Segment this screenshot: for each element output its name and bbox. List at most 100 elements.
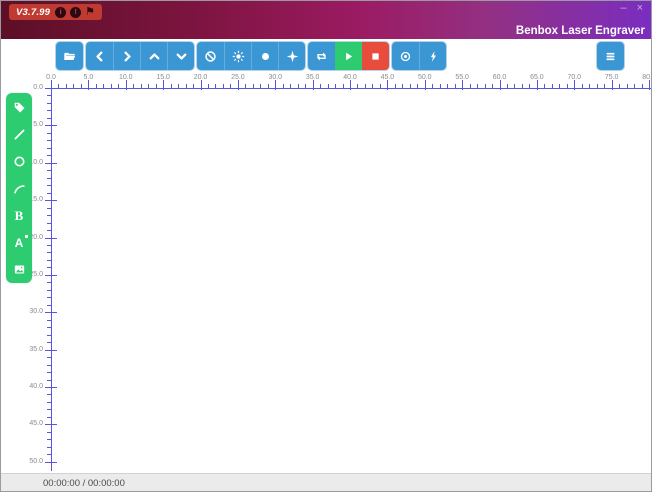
- h-ruler-minor-tick: [379, 84, 381, 88]
- h-ruler-label: 35.0: [305, 74, 320, 81]
- v-ruler-minor-tick: [47, 394, 51, 396]
- jog-left-button[interactable]: [86, 42, 113, 70]
- menu-group: [597, 42, 624, 70]
- laser-low-button[interactable]: [224, 42, 251, 70]
- v-ruler-label: 45.0: [29, 420, 43, 428]
- h-ruler-minor-tick: [626, 84, 628, 88]
- titlebar-icon-strip: i! ⚑: [55, 6, 95, 18]
- h-ruler-minor-tick: [58, 84, 60, 88]
- v-ruler-minor-tick: [47, 454, 51, 456]
- jog-right-button[interactable]: [113, 42, 140, 70]
- arc-icon: [13, 182, 26, 195]
- text-tool-button[interactable]: A: [9, 233, 29, 252]
- jog-down-button[interactable]: [167, 42, 194, 70]
- chevron-up-icon: [148, 50, 161, 63]
- h-ruler-minor-tick: [95, 84, 97, 88]
- v-ruler-minor-tick: [47, 147, 51, 149]
- app-window: V3.7.99 i! ⚑ – × Benbox Laser Engraver 0.…: [0, 0, 652, 492]
- canvas-workspace[interactable]: 0.0 5.0 10.0 15.0 20.0 25.0 30.0 35.0 40.0 45.0 50…: [1, 73, 651, 473]
- h-ruler-label: 40.0: [343, 74, 357, 81]
- bold-text-icon: B: [14, 208, 24, 223]
- close-button[interactable]: ×: [637, 1, 643, 15]
- superscript-mark: [25, 234, 29, 238]
- jog-up-button[interactable]: [140, 42, 167, 70]
- v-ruler-label: 0.0: [33, 84, 43, 91]
- h-ruler-label: 75.0: [604, 74, 619, 81]
- h-ruler-label: 0.0: [46, 74, 56, 81]
- h-ruler-minor-tick: [267, 84, 269, 88]
- h-ruler-minor-tick: [619, 84, 621, 88]
- folder-open-icon: [63, 50, 76, 63]
- h-ruler-major-tick: [649, 80, 650, 90]
- v-ruler-minor-tick: [47, 215, 51, 217]
- arc-tool-button[interactable]: [9, 179, 29, 198]
- flag-icon[interactable]: ⚑: [85, 6, 95, 18]
- play-button[interactable]: [335, 42, 362, 70]
- power-group: [392, 42, 446, 70]
- circle-tool-button[interactable]: [9, 152, 29, 171]
- h-ruler-minor-tick: [394, 84, 396, 88]
- v-ruler-minor-tick: [47, 222, 51, 224]
- laser-off-button[interactable]: [197, 42, 224, 70]
- repeat-button[interactable]: [308, 42, 335, 70]
- record-button[interactable]: [392, 42, 419, 70]
- h-ruler-major-tick: [499, 80, 501, 90]
- h-ruler-major-tick: [536, 80, 538, 90]
- bolt-button[interactable]: [419, 42, 446, 70]
- h-ruler-minor-tick: [566, 84, 568, 88]
- stop-button[interactable]: [362, 42, 389, 70]
- v-ruler-minor-tick: [47, 244, 51, 246]
- h-ruler-minor-tick: [133, 84, 135, 88]
- title-header-bar: V3.7.99 i! ⚑ – × Benbox Laser Engraver: [1, 1, 651, 39]
- h-ruler-minor-tick: [215, 84, 217, 88]
- v-ruler-major-tick: [45, 461, 57, 463]
- h-ruler-minor-tick: [148, 84, 150, 88]
- v-ruler-minor-tick: [47, 431, 51, 433]
- line-icon: [13, 128, 26, 141]
- circle-icon: [13, 155, 26, 168]
- minimize-button[interactable]: –: [620, 1, 626, 15]
- open-file-button[interactable]: [56, 42, 83, 70]
- tool-palette: BA: [6, 93, 32, 283]
- h-ruler-minor-tick: [469, 84, 471, 88]
- h-ruler-minor-tick: [432, 84, 434, 88]
- h-ruler-major-tick: [387, 80, 389, 90]
- h-ruler-label: 45.0: [380, 74, 395, 81]
- tag-tool-button[interactable]: [9, 98, 29, 117]
- bold-text-tool-button[interactable]: B: [9, 206, 29, 225]
- play-icon: [342, 50, 355, 63]
- line-tool-button[interactable]: [9, 125, 29, 144]
- h-ruler-major-tick: [462, 80, 464, 90]
- v-ruler-minor-tick: [47, 342, 51, 344]
- v-ruler-label: 30.0: [29, 308, 43, 316]
- v-ruler-minor-tick: [47, 304, 51, 306]
- laser-dot-button[interactable]: [251, 42, 278, 70]
- stop-icon: [369, 50, 382, 63]
- h-ruler-minor-tick: [103, 84, 105, 88]
- h-ruler-major-tick: [611, 80, 613, 90]
- v-ruler-major-tick: [45, 162, 57, 164]
- h-ruler-minor-tick: [207, 84, 209, 88]
- alert-circle-icon[interactable]: !: [70, 6, 82, 18]
- h-ruler-minor-tick: [327, 84, 329, 88]
- v-ruler-minor-tick: [47, 110, 51, 112]
- v-ruler-minor-tick: [47, 132, 51, 134]
- menu-button[interactable]: [597, 42, 624, 70]
- info-circle-icon[interactable]: i: [55, 6, 67, 18]
- image-tool-button[interactable]: [9, 260, 29, 279]
- h-ruler-label: 65.0: [530, 74, 544, 81]
- jog-group: [86, 42, 194, 70]
- v-ruler-minor-tick: [47, 401, 51, 403]
- h-ruler-minor-tick: [118, 84, 120, 88]
- laser-sparkle-button[interactable]: [278, 42, 305, 70]
- v-ruler-minor-tick: [47, 155, 51, 157]
- elapsed-time-label: 00:00:00 / 00:00:00: [43, 478, 125, 489]
- h-ruler-minor-tick: [357, 84, 359, 88]
- v-ruler-major-tick: [45, 424, 57, 426]
- v-ruler-major-tick: [45, 349, 57, 351]
- chevron-right-icon: [121, 50, 134, 63]
- h-ruler-label: 55.0: [455, 74, 469, 81]
- h-ruler-minor-tick: [364, 84, 366, 88]
- h-ruler-minor-tick: [245, 84, 247, 88]
- h-ruler-minor-tick: [320, 84, 322, 88]
